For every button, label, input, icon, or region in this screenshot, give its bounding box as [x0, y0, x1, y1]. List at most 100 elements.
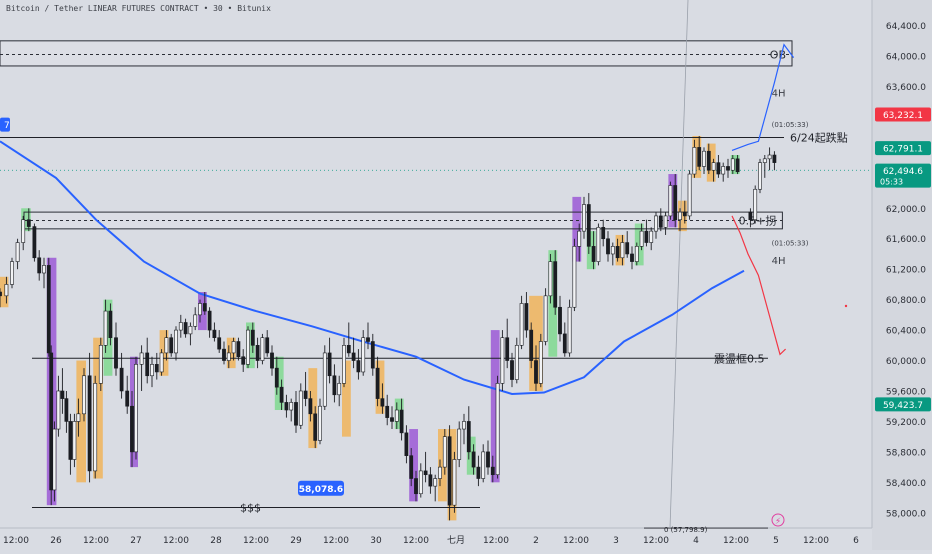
candle-body: [226, 352, 231, 361]
candle-body: [447, 436, 452, 506]
chart-root: OB 0.5+拐 6/24起跌點 震盪框0.5 $$$ 0 (57,798.9) 4H (…: [0, 0, 932, 550]
candle-body: [567, 306, 572, 354]
candle-body: [462, 421, 466, 430]
candle-body: [68, 421, 73, 460]
candle-body: [193, 314, 198, 327]
candle-body: [577, 230, 582, 247]
candle-body: [505, 337, 510, 361]
candle: [567, 299, 572, 357]
candle-body: [241, 356, 246, 365]
candle-body: [758, 162, 762, 190]
y-tick-label: 58,000.0: [886, 509, 926, 519]
candle-body: [615, 246, 620, 259]
annotation-label: (01:05:33): [772, 121, 809, 129]
candlestick-chart[interactable]: OB 0.5+拐 6/24起跌點震盪框0.5 $$$ 0 (57,798.9) 4H (…: [0, 0, 932, 550]
x-tick-label: 6: [853, 536, 859, 546]
x-tick-label: 12:00: [323, 536, 349, 546]
y-tick-label: 59,200.0: [886, 418, 926, 428]
price-badge: 62,791.1: [875, 141, 931, 156]
candle-body: [0, 291, 2, 297]
candle-body: [663, 215, 668, 228]
candle: [93, 375, 98, 479]
candle-body: [246, 329, 250, 365]
candle-body: [72, 421, 77, 460]
x-tick-label: 七月: [447, 535, 465, 546]
candle-body: [279, 386, 284, 403]
candle-body: [346, 345, 351, 354]
candle-body: [82, 375, 86, 415]
candle: [134, 356, 138, 460]
candle-body: [668, 185, 673, 217]
candle-body: [188, 325, 193, 335]
candle-body: [202, 303, 207, 312]
candle-body: [772, 154, 777, 163]
candle-body: [103, 310, 108, 346]
candle-body: [42, 265, 46, 274]
price-badge-value: 63,232.1: [883, 111, 923, 121]
candle-body: [98, 345, 103, 384]
candle-body: [644, 230, 649, 243]
candle: [260, 333, 265, 365]
candle-body: [289, 402, 294, 411]
x-tick-label: 12:00: [803, 536, 829, 546]
y-tick-label: 64,400.0: [886, 22, 926, 32]
candle: [543, 288, 548, 346]
candle-body: [332, 375, 337, 396]
candle-body: [139, 352, 144, 365]
candle-body: [543, 295, 548, 342]
candle-body: [394, 409, 399, 422]
candle-body: [198, 303, 202, 316]
zone-label: 0.5+拐: [739, 213, 777, 227]
candle-body: [442, 436, 447, 468]
candle-body: [385, 405, 390, 418]
chart-title: Bitcoin / Tether LINEAR FUTURES CONTRACT…: [6, 4, 271, 13]
candle-body: [159, 352, 164, 373]
candle: [500, 330, 505, 391]
candle: [668, 181, 673, 220]
candle-body: [351, 352, 356, 361]
candle-body: [418, 470, 423, 495]
candle-body: [212, 329, 217, 339]
candle-body: [716, 162, 721, 175]
candle-body: [524, 303, 529, 331]
candle-body: [658, 215, 663, 228]
candle-body: [21, 219, 26, 243]
x-tick-label: 12:00: [483, 536, 509, 546]
candle-body: [318, 405, 322, 441]
candle-body: [678, 211, 682, 221]
candle-body: [178, 322, 183, 331]
candle: [538, 333, 543, 388]
candle-body: [236, 341, 241, 358]
candle-body: [322, 352, 327, 407]
candle-body: [634, 246, 639, 262]
price-badge-timer: 05:33: [880, 178, 903, 187]
candle-body: [687, 173, 692, 217]
candle-body: [134, 364, 138, 453]
low-marker-badge: 58,078.6: [298, 480, 344, 496]
y-tick-label: 59,600.0: [886, 387, 926, 397]
candle-body: [596, 227, 601, 262]
candle-body: [274, 367, 279, 388]
candle: [342, 337, 346, 388]
candle-body: [721, 166, 726, 175]
candle: [572, 238, 577, 312]
candle-body: [481, 451, 486, 479]
candle-body: [390, 417, 394, 422]
annotation-label: 4H: [772, 88, 786, 99]
candle-body: [519, 303, 524, 346]
candle: [98, 337, 103, 391]
candle-body: [270, 352, 274, 369]
y-tick-label: 62,000.0: [886, 205, 926, 215]
candle-body: [108, 310, 113, 339]
candle-body: [553, 261, 558, 308]
candle: [10, 257, 14, 289]
candle-body: [562, 333, 567, 354]
candle: [32, 223, 37, 262]
candle-body: [337, 383, 342, 396]
candle-body: [145, 352, 150, 377]
x-tick-label: 29: [290, 536, 302, 546]
price-badge: 62,494.605:33: [875, 163, 931, 188]
candle-body: [93, 383, 98, 472]
candle-body: [711, 162, 716, 171]
x-tick-label: 12:00: [243, 536, 269, 546]
